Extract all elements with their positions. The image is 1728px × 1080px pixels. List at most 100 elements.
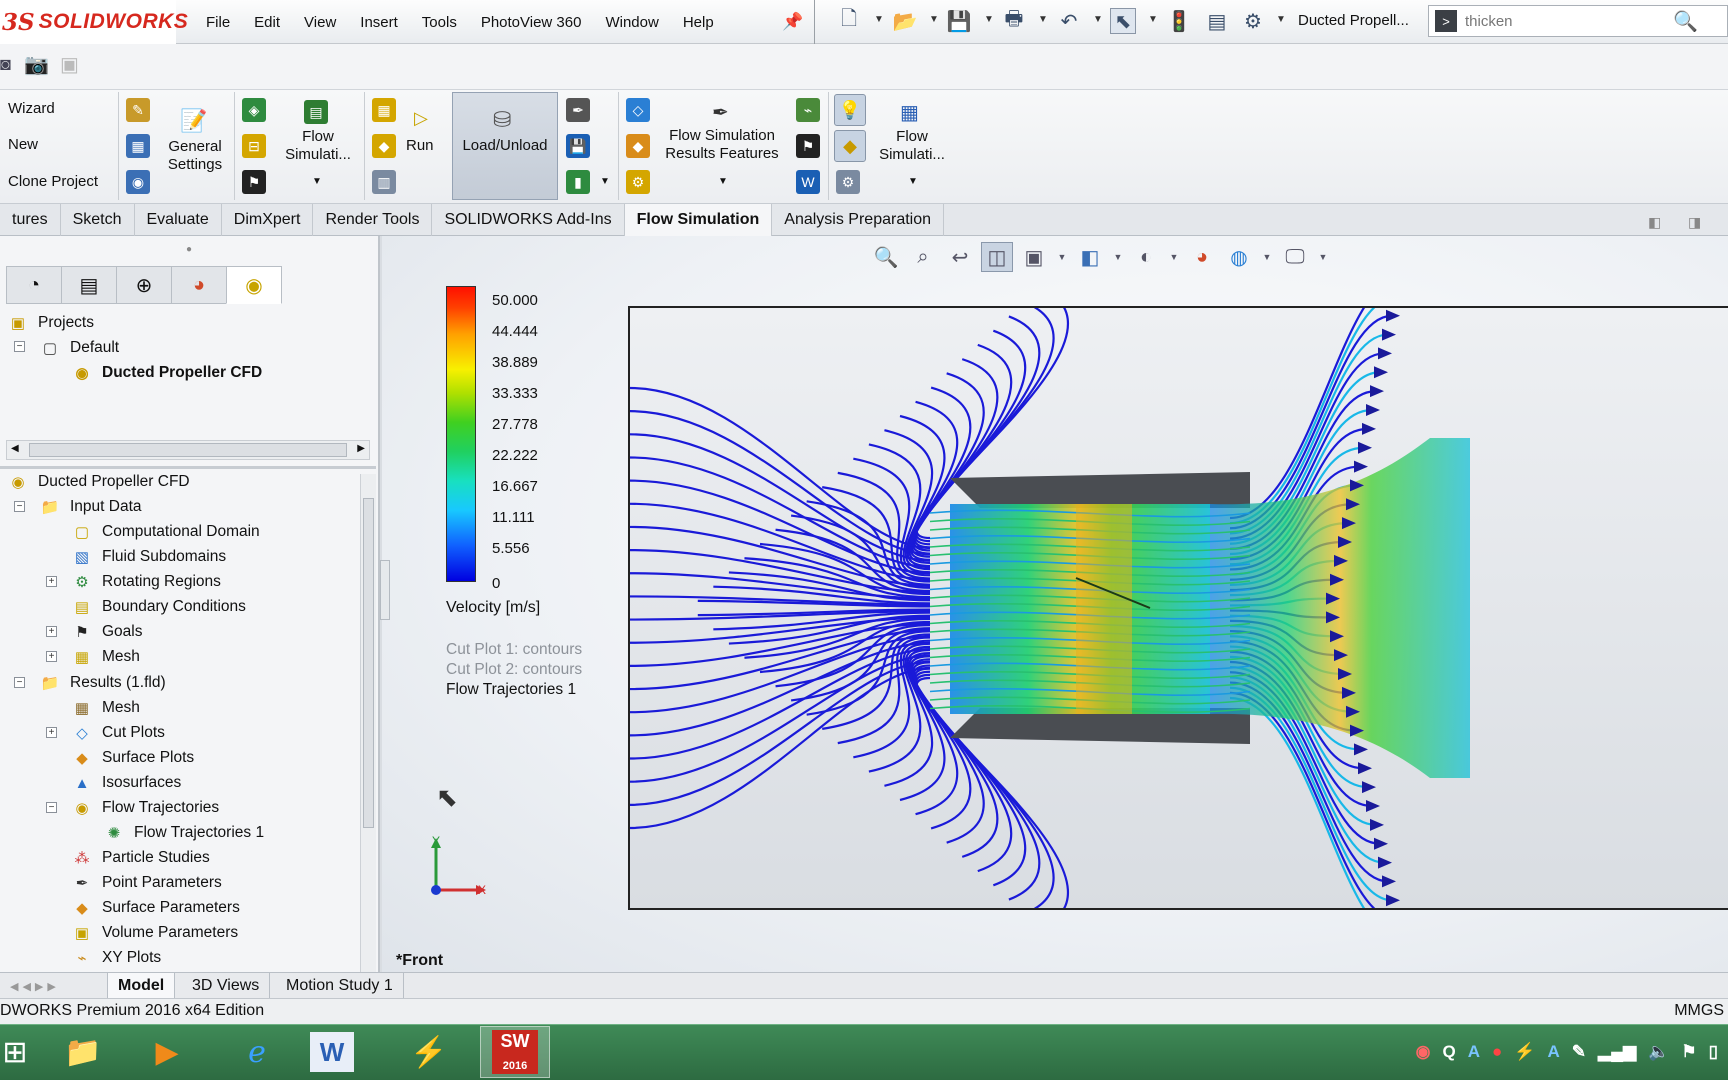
file-explorer-icon[interactable]: 📁 xyxy=(48,1026,118,1078)
tree-item[interactable]: ◆ Surface Parameters xyxy=(72,896,240,920)
tree-project-ducted[interactable]: ◉ Ducted Propeller CFD xyxy=(72,361,262,385)
isosurface-tool-icon[interactable]: ◇ xyxy=(626,98,650,122)
camera-icon[interactable]: ◙ xyxy=(0,54,11,75)
volume-tray-icon[interactable]: 🔈 xyxy=(1648,1042,1669,1062)
menu-insert[interactable]: Insert xyxy=(360,14,398,31)
network-tray-icon[interactable]: ▂▄▆ xyxy=(1598,1042,1636,1062)
clone-project-button[interactable]: Clone Project xyxy=(8,173,98,191)
a-tray-icon[interactable]: A xyxy=(1468,1042,1480,1062)
options-caret-icon[interactable]: ▼ xyxy=(1276,14,1286,25)
save-icon[interactable]: 💾 xyxy=(946,8,972,34)
undo-icon[interactable]: ↶ xyxy=(1056,8,1082,34)
edit-appearance-icon[interactable]: ◕ xyxy=(1186,242,1218,272)
tab-analysis-preparation[interactable]: Analysis Preparation xyxy=(772,204,945,236)
flow-analysis-tab-icon[interactable]: ◉ xyxy=(226,266,282,304)
add-goal-icon[interactable]: ◈ xyxy=(242,98,266,122)
tab-sketch[interactable]: Sketch xyxy=(61,204,135,236)
menu-photoview[interactable]: PhotoView 360 xyxy=(481,14,582,31)
undo-caret-icon[interactable]: ▼ xyxy=(1093,14,1103,25)
load-unload-button[interactable]: ⛁ Load/Unload xyxy=(452,92,558,200)
start-button-icon[interactable]: ⊞ xyxy=(0,1026,50,1078)
tree-item[interactable]: ▦ Mesh xyxy=(72,696,140,720)
tree-item[interactable]: ✒ Point Parameters xyxy=(72,871,222,895)
options-gear-icon[interactable]: ⚙ xyxy=(1240,8,1266,34)
panel-collapse-handle[interactable] xyxy=(380,560,390,620)
tree-item[interactable]: ◇ Cut Plots xyxy=(72,721,165,745)
tab-features[interactable]: tures xyxy=(0,204,61,236)
search-input[interactable] xyxy=(1465,12,1655,30)
collapse-toggle[interactable]: − xyxy=(46,802,57,813)
new-project-button[interactable]: New xyxy=(8,136,38,154)
tree-item[interactable]: ⚑ Goals xyxy=(72,620,142,644)
settings-cog-icon[interactable]: ⚙ xyxy=(836,170,860,194)
tab-addins[interactable]: SOLIDWORKS Add-Ins xyxy=(432,204,625,236)
save-results-icon[interactable]: 💾 xyxy=(566,134,590,158)
scroll-right-icon[interactable]: ▶ xyxy=(357,443,365,454)
tree-projects-root[interactable]: ▣ Projects xyxy=(8,311,94,335)
tab-dimxpert[interactable]: DimXpert xyxy=(222,204,314,236)
tree-default[interactable]: ▢ Default xyxy=(40,336,119,360)
boundary-condition-icon[interactable]: ⊟ xyxy=(242,134,266,158)
flow-trajectories-view[interactable] xyxy=(630,308,1728,908)
tree-item[interactable]: ✺ Flow Trajectories 1 xyxy=(104,821,264,845)
tree-item[interactable]: ⚙ Rotating Regions xyxy=(72,570,221,594)
battery-tray-icon[interactable]: ▯ xyxy=(1709,1042,1718,1062)
units-icon[interactable]: ◉ xyxy=(126,170,150,194)
menu-view[interactable]: View xyxy=(304,14,336,31)
tree-item[interactable]: ▦ Mesh xyxy=(72,645,140,669)
menu-help[interactable]: Help xyxy=(683,14,714,31)
hide-show-caret-icon[interactable]: ▼ xyxy=(1167,242,1181,272)
expand-toggle[interactable]: + xyxy=(46,626,57,637)
scroll-thumb[interactable] xyxy=(363,498,374,828)
status-units[interactable]: MMGS xyxy=(1674,1002,1724,1020)
print-icon[interactable]: 🖶 xyxy=(1001,8,1027,34)
scroll-left-icon[interactable]: ◀ xyxy=(11,443,19,454)
panel-left-icon[interactable]: ◧ xyxy=(1648,214,1661,231)
propertymanager-tab-icon[interactable]: ▤ xyxy=(61,266,117,304)
tree-item[interactable]: ⌁ XY Plots xyxy=(72,946,161,970)
scene-caret-icon[interactable]: ▼ xyxy=(1260,242,1274,272)
screen-capture-icon[interactable]: 📷 xyxy=(24,52,49,77)
traffic-light-icon[interactable]: 🚦 xyxy=(1166,8,1192,34)
fluid-cube-icon[interactable]: ◆ xyxy=(372,134,396,158)
zoom-to-area-icon[interactable]: ⌕ xyxy=(907,242,939,272)
open-folder-icon[interactable]: 📂 xyxy=(892,8,918,34)
file-properties-icon[interactable]: ▤ xyxy=(1204,8,1230,34)
appearance-tab-icon[interactable]: ◕ xyxy=(171,266,227,304)
sw-tray-icon[interactable]: ◉ xyxy=(1416,1042,1431,1062)
flow-simulation-button-2[interactable]: Flow Simulati... xyxy=(870,128,954,164)
goal-plot-icon[interactable]: ⚑ xyxy=(796,134,820,158)
flow-sim-caret-icon[interactable]: ▼ xyxy=(312,176,322,187)
scene-icon[interactable]: ◍ xyxy=(1223,242,1255,272)
project-settings-icon[interactable]: ▦ xyxy=(126,134,150,158)
select-pointer-icon[interactable]: ⬉ xyxy=(1110,8,1136,34)
panel-grip-icon[interactable]: ● xyxy=(186,244,192,255)
view-settings-monitor-icon[interactable]: 🖵 xyxy=(1279,242,1311,272)
menu-tools[interactable]: Tools xyxy=(422,14,457,31)
run-icon[interactable]: ▷ xyxy=(414,108,428,129)
configuration-tab-icon[interactable]: ⊕ xyxy=(116,266,172,304)
customize-icon[interactable]: ✎ xyxy=(126,98,150,122)
hide-show-icon[interactable]: ◐ xyxy=(1130,242,1162,272)
flow-simulation-icon[interactable]: ▤ xyxy=(304,100,328,124)
wizard-button[interactable]: Wizard xyxy=(8,100,55,118)
results-gear-icon[interactable]: ⚙ xyxy=(626,170,650,194)
tree-item[interactable]: ◆ Surface Plots xyxy=(72,746,194,770)
display-style-icon[interactable]: ◧ xyxy=(1074,242,1106,272)
record-tray-icon[interactable]: ● xyxy=(1492,1042,1502,1062)
flash-app-icon[interactable]: ⚡ xyxy=(394,1026,464,1078)
menu-file[interactable]: File xyxy=(206,14,230,31)
featuremanager-tab-icon[interactable]: ◔ xyxy=(6,266,62,304)
expand-toggle[interactable]: + xyxy=(46,727,57,738)
tab-motion-study[interactable]: Motion Study 1 xyxy=(276,973,404,999)
probe-icon[interactable]: ✒ xyxy=(566,98,590,122)
tab-model[interactable]: Model xyxy=(108,973,176,999)
mesh-grid-icon[interactable]: ▦ xyxy=(372,98,396,122)
tree-item[interactable]: ▲ Isosurfaces xyxy=(72,771,182,795)
panel-splitter[interactable] xyxy=(0,466,376,469)
scroll-thumb[interactable] xyxy=(29,443,347,457)
surface-plot-tool-icon[interactable]: ◆ xyxy=(626,134,650,158)
tree-analysis-root[interactable]: ◉ Ducted Propeller CFD xyxy=(8,470,189,494)
flow-sim-2-caret-icon[interactable]: ▼ xyxy=(908,176,918,187)
tab-scroll-arrows-icon[interactable]: ◀◀▶▶ xyxy=(0,973,108,999)
